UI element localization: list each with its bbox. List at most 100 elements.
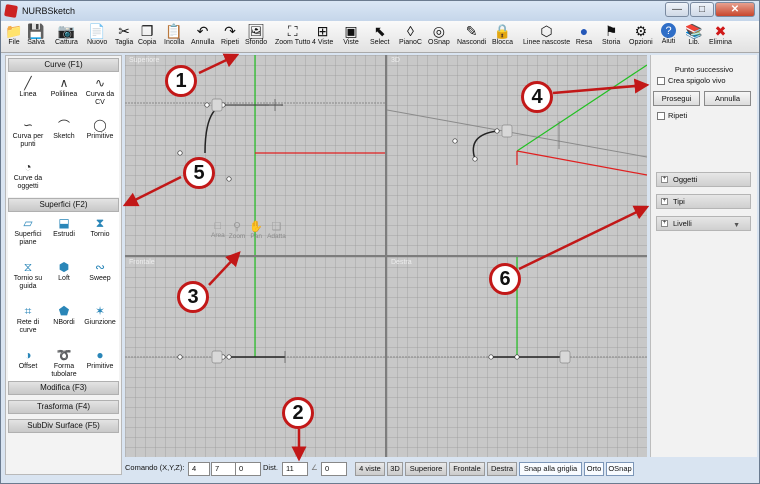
fit-button[interactable]: ❏ Adatta [267,220,286,240]
help-button[interactable]: ? Aiuti [661,23,676,45]
pipe-button[interactable]: ➰ Forma tubolare [46,347,82,379]
view-3d-button[interactable]: 3D [387,462,403,476]
options-button[interactable]: ⚙ Opzioni [629,23,653,46]
curve-network-button[interactable]: ⌗ Rete di curve [10,303,46,335]
continue-button[interactable]: Prosegui [653,91,700,106]
zoom-all-icon: ⛶ [287,23,298,39]
paste-button[interactable]: 📋 Incolla [164,23,184,46]
delete-button[interactable]: ✖ Elimina [709,23,732,46]
revolve-icon: ⧗ [95,215,105,230]
primitive-circle-button[interactable]: ◯ Primitive [82,117,118,141]
hide-button[interactable]: ✎ Nascondi [457,23,486,46]
toolbar-label: PianoC [399,39,422,46]
objects-section[interactable]: + Oggetti [656,172,751,187]
render-sphere-button[interactable]: ● Resa [575,23,593,46]
four-views-button[interactable]: 4 viste [355,462,385,476]
minimize-icon[interactable]: — [665,2,689,17]
curve-section-header[interactable]: Curve (F1) [8,58,119,72]
osnap-button[interactable]: ◎ OSnap [428,23,450,46]
zoom-all-button[interactable]: ⛶ Zoom Tutto [275,23,310,46]
nsides-button[interactable]: ⬟ NBordi [46,303,82,327]
dist-input[interactable]: 11 [282,462,308,476]
new-file-button[interactable]: 📄 Nuovo [87,23,107,46]
surface-section-header[interactable]: Superfici (F2) [8,198,119,212]
select-arrow-button[interactable]: ⬉ Select [370,23,389,46]
polyline-tool-button[interactable]: ∧ Polilinea [46,75,82,99]
angle-input[interactable]: 0 [321,462,347,476]
transform-section-header[interactable]: Trasforma (F4) [8,400,119,414]
blend-icon: ✶ [94,304,106,318]
expand-icon: + [661,176,668,183]
library-button[interactable]: 📚 Lib. [685,23,703,46]
layers-section[interactable]: + Livelli ▼ [656,216,751,231]
zoom-area-button[interactable]: □ Area [211,220,225,240]
sketch-tool-button[interactable]: ⌒ Sketch [46,117,82,141]
curve-from-objects-button[interactable]: ◔ Curve da oggetti [10,159,46,191]
loft-button[interactable]: ⬢ Loft [46,259,82,283]
zoom-button[interactable]: ⚲ Zoom [229,220,246,240]
offset-button[interactable]: ◑ Offset [10,347,46,371]
four-views-button[interactable]: ⊞ 4 Viste [312,23,333,46]
scissors-button[interactable]: ✂ Taglia [115,23,133,46]
viewport-3d[interactable]: 3D [387,55,647,255]
line-tool-icon: ╱ [24,76,32,90]
interp-curve-tool-button[interactable]: ∽ Curva per punti [10,117,46,149]
toolbar-label: Resa [575,39,593,46]
toolbar-label: Taglia [115,39,134,46]
view-front-button[interactable]: Frontale [449,462,485,476]
offset-icon: ◑ [24,348,32,362]
rail-revolve-button[interactable]: ⧖ Tornio su guida [10,259,46,291]
subdiv-section-header[interactable]: SubDiv Surface (F5) [8,419,119,433]
undo-button[interactable]: ↶ Annulla [191,23,214,46]
lock-button[interactable]: 🔒 Blocca [492,23,513,46]
layers-dropdown-icon[interactable]: ▼ [733,219,740,232]
hidden-lines-button[interactable]: ⬡ Linee nascoste [523,23,570,46]
coord-z-input[interactable]: 0 [235,462,261,476]
viewport-front[interactable]: Frontale [125,257,385,457]
copy-button[interactable]: ❐ Copia [138,23,156,46]
sharp-edge-option[interactable]: Crea spigolo vivo [657,76,757,85]
tool-label: Curva per punti [12,133,44,148]
viewport-area: Superiore □ Area ⚲ Zoom ✋ Pan ❏ Adatta 3… [125,55,647,457]
callout-6: 6 [489,263,521,295]
repeat-checkbox[interactable] [657,111,665,120]
pan-button[interactable]: ✋ Pan [249,220,263,240]
ortho-button[interactable]: Orto [584,462,604,476]
background-image-button[interactable]: 🖼 Sfondo [245,23,267,46]
revolve-button[interactable]: ⧗ Tornio [82,215,118,239]
types-section[interactable]: + Tipi [656,194,751,209]
toolbar-label: Opzioni [629,39,653,46]
modify-section-header[interactable]: Modifica (F3) [8,381,119,395]
primitive-sphere-button[interactable]: ● Primitive [82,347,118,371]
new-file-icon: 📄 [88,23,106,39]
blend-button[interactable]: ✶ Giunzione [82,303,118,327]
extrude-button[interactable]: ⬓ Estrudi [46,215,82,239]
repeat-option[interactable]: Ripeti [657,111,687,120]
cancel-button[interactable]: Annulla [704,91,751,106]
construction-plane-button[interactable]: ◊ PianoC [399,23,422,46]
camera-button[interactable]: 📷 Cattura [55,23,78,46]
view-top-button[interactable]: Superiore [405,462,447,476]
grid-snap-button[interactable]: Snap alla griglia [519,462,582,476]
osnap-toggle-button[interactable]: OSnap [606,462,634,476]
view-right-button[interactable]: Destra [487,462,517,476]
planar-surface-button[interactable]: ▱ Superfici piane [10,215,46,247]
save-button[interactable]: 💾 Salva [27,23,45,46]
redo-button[interactable]: ↷ Ripeti [221,23,239,46]
tool-label: Rete di curve [16,319,40,334]
pan-label: Pan [250,233,262,240]
sweep-button[interactable]: ∾ Sweep [82,259,118,283]
cv-curve-tool-button[interactable]: ∿ Curva da CV [82,75,118,107]
viewport-front-canvas [125,257,385,364]
sharp-edge-checkbox[interactable] [657,76,665,85]
viewport-top[interactable]: Superiore □ Area ⚲ Zoom ✋ Pan ❏ Adatta [125,55,385,255]
callout-2: 2 [282,397,314,429]
history-button[interactable]: ⚑ Storia [602,23,620,46]
maximize-icon[interactable]: □ [690,2,714,17]
coord-x-input[interactable]: 4 [188,462,210,476]
line-tool-button[interactable]: ╱ Linea [10,75,46,99]
coord-y-input[interactable]: 7 [211,462,237,476]
close-icon[interactable]: ✕ [715,2,755,17]
folder-button[interactable]: 📁 File [5,23,23,46]
views-button[interactable]: ▣ Viste [342,23,360,46]
